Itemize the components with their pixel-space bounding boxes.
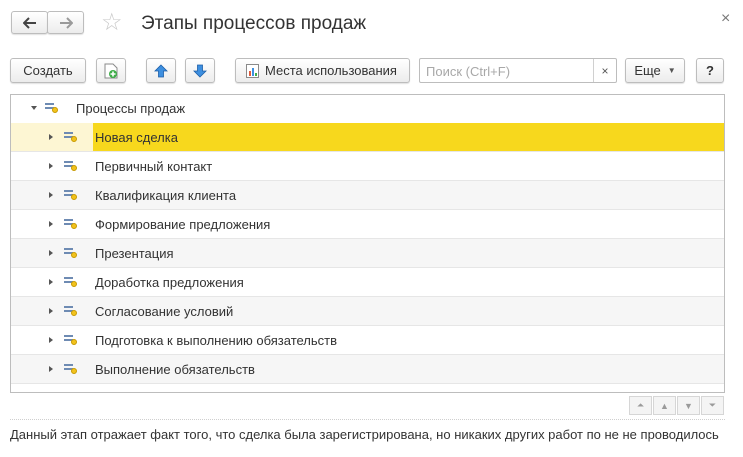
group-icon [64, 189, 78, 201]
tree-row[interactable]: Формирование предложения [11, 210, 724, 239]
tree-row[interactable]: Выполнение обязательств [11, 355, 724, 384]
tree-item-label: Квалификация клиента [95, 188, 237, 203]
page-down-button[interactable]: ▼ [677, 396, 700, 415]
expand-arrow-icon[interactable] [49, 279, 53, 285]
expand-arrow-icon[interactable] [49, 366, 53, 372]
tree-row[interactable]: Согласование условий [11, 297, 724, 326]
close-icon[interactable]: × [721, 10, 730, 28]
tree-row[interactable]: Доработка предложения [11, 268, 724, 297]
create-button[interactable]: Создать [10, 58, 86, 83]
tree-row[interactable]: Подготовка к выполнению обязательств [11, 326, 724, 355]
tree-item-label: Подготовка к выполнению обязательств [95, 333, 338, 348]
tree-item-label: Согласование условий [95, 304, 234, 319]
expand-arrow-icon[interactable] [49, 134, 53, 140]
forward-button[interactable] [47, 11, 84, 34]
tree-root-row[interactable]: Процессы продаж [11, 95, 724, 124]
group-icon [64, 305, 78, 317]
group-icon [45, 102, 59, 114]
tree-row[interactable]: Квалификация клиента [11, 181, 724, 210]
expand-arrow-icon[interactable] [49, 337, 53, 343]
tree-row[interactable]: Первичный контакт [11, 152, 724, 181]
add-document-icon [104, 63, 118, 78]
create-group-button[interactable] [96, 58, 126, 83]
expand-arrow-icon[interactable] [49, 308, 53, 314]
usage-places-button[interactable]: Места использования [235, 58, 410, 83]
divider [10, 419, 725, 420]
tree-item-label: Формирование предложения [95, 217, 271, 232]
tree-root-label: Процессы продаж [76, 101, 186, 116]
arrow-down-icon [193, 64, 207, 78]
group-icon [64, 160, 78, 172]
tree-item-label: Первичный контакт [95, 159, 213, 174]
expand-arrow-icon[interactable] [49, 250, 53, 256]
group-icon [64, 276, 78, 288]
tree-row[interactable]: Новая сделка [11, 123, 724, 152]
group-icon [64, 363, 78, 375]
tree-item-label: Презентация [95, 246, 174, 261]
expand-arrow-icon[interactable] [49, 221, 53, 227]
first-page-icon: ⏶ [636, 400, 645, 410]
move-down-button[interactable] [185, 58, 215, 83]
processes-tree[interactable]: Процессы продаж Новая сделка Первичный к… [10, 94, 725, 393]
search-input[interactable] [424, 63, 593, 80]
arrow-right-icon [59, 16, 73, 29]
scroll-to-bottom-button[interactable]: ⏷ [701, 396, 724, 415]
search-clear-icon[interactable]: × [593, 59, 616, 82]
group-icon [64, 247, 78, 259]
tree-item-label: Доработка предложения [95, 275, 244, 290]
group-icon [64, 218, 78, 230]
usage-places-label: Места использования [265, 63, 397, 78]
help-button[interactable]: ? [696, 58, 724, 83]
tree-item-label: Выполнение обязательств [95, 362, 255, 377]
tree-row[interactable]: Презентация [11, 239, 724, 268]
scroll-to-top-button[interactable]: ⏶ [629, 396, 652, 415]
back-button[interactable] [11, 11, 48, 34]
dropdown-arrow-icon: ▼ [667, 66, 676, 75]
arrow-left-icon [22, 16, 36, 29]
selection-highlight [93, 123, 724, 151]
page-title: Этапы процессов продаж [141, 13, 367, 34]
search-field[interactable]: × [419, 58, 617, 83]
arrow-up-icon [154, 63, 168, 77]
expand-arrow-icon[interactable] [49, 192, 53, 198]
page-up-button[interactable]: ▲ [653, 396, 676, 415]
more-button[interactable]: Еще ▼ [625, 58, 685, 83]
last-page-icon: ⏷ [708, 400, 717, 410]
page-down-icon: ▼ [684, 400, 693, 411]
expand-arrow-icon[interactable] [49, 163, 53, 169]
collapse-arrow-icon[interactable] [31, 106, 37, 110]
stage-description: Данный этап отражает факт того, что сдел… [10, 427, 719, 442]
group-icon [64, 334, 78, 346]
move-up-button[interactable] [146, 58, 176, 83]
more-label: Еще [634, 63, 661, 78]
tree-item-label: Новая сделка [95, 130, 178, 145]
page-up-icon: ▲ [660, 400, 669, 411]
favorite-star-icon[interactable]: ☆ [101, 8, 123, 37]
group-icon [64, 131, 78, 143]
report-icon [246, 63, 259, 78]
